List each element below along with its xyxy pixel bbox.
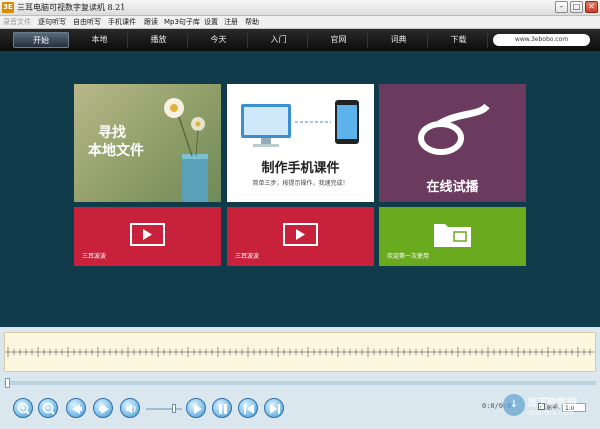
- tile-online-play-title: 在线试播: [426, 180, 479, 195]
- menu-item-free-dictation[interactable]: 自由听写: [73, 17, 101, 27]
- previous-button[interactable]: [66, 398, 86, 418]
- tab-download[interactable]: 下载: [430, 32, 488, 48]
- tab-dictionary[interactable]: 词典: [370, 32, 428, 48]
- menu-item-settings[interactable]: 设置: [204, 17, 218, 27]
- skip-forward-button[interactable]: [264, 398, 284, 418]
- minimize-button[interactable]: –: [555, 1, 568, 13]
- watermark-title: 当下软件园: [527, 398, 577, 409]
- tab-today[interactable]: 今天: [190, 32, 248, 48]
- main-area: 寻找 本地文件 制作手机课件 简单三步，按提示操作，我速完成！ 在线试播 三耳波…: [0, 51, 600, 327]
- waveform-area[interactable]: [4, 332, 596, 372]
- app-logo-icon: 3E: [2, 2, 14, 13]
- zoom-in-button[interactable]: [13, 398, 33, 418]
- skip-forward-icon: [270, 404, 280, 414]
- tile-online-play[interactable]: 在线试播: [379, 84, 526, 202]
- tab-intro[interactable]: 入门: [250, 32, 308, 48]
- next-icon: [99, 404, 109, 414]
- tab-website[interactable]: 官网: [310, 32, 368, 48]
- tab-start[interactable]: 开始: [13, 32, 69, 48]
- menu-item-mp3-library[interactable]: Mp3句子库: [164, 17, 200, 27]
- menu-item-record-file: 录音文件: [3, 18, 31, 26]
- pause-icon: [219, 404, 227, 414]
- skip-back-button[interactable]: [238, 398, 258, 418]
- zoom-in-icon: [17, 402, 30, 415]
- tile-make-course-title: 制作手机课件: [261, 161, 340, 176]
- menu-item-follow-read[interactable]: 跟读: [144, 17, 158, 27]
- seek-bar[interactable]: [4, 381, 596, 385]
- watermark: ↓ 当下软件园 downxia.com: [503, 392, 595, 422]
- watermark-url: downxia.com: [527, 409, 574, 417]
- watermark-logo-icon: ↓: [503, 394, 525, 416]
- skip-back-icon: [244, 404, 254, 414]
- menu-item-register[interactable]: 注册: [224, 17, 238, 27]
- menu-item-help[interactable]: 帮助: [245, 17, 259, 27]
- tile-find-local[interactable]: 寻找 本地文件: [74, 84, 221, 202]
- menu-item-sentence-dictation[interactable]: 逐句听写: [38, 17, 66, 27]
- menu-item-mobile-course[interactable]: 手机课件: [108, 17, 136, 27]
- tile-video-1-caption: 三耳波波: [82, 253, 107, 260]
- volume-button[interactable]: [120, 398, 140, 418]
- tile-make-course[interactable]: 制作手机课件 简单三步，按提示操作，我速完成！: [227, 84, 374, 202]
- window-title: 三耳电脑可视数字复读机 8.21: [17, 3, 126, 12]
- tile-make-course-subtitle: 简单三步，按提示操作，我速完成！: [252, 180, 349, 187]
- title-bar: 3E 三耳电脑可视数字复读机 8.21 – □ ✕: [0, 0, 600, 16]
- tile-welcome-caption: 欢迎第一次使用: [387, 253, 430, 260]
- play-icon: [194, 404, 202, 414]
- close-button[interactable]: ✕: [585, 1, 598, 13]
- pause-button[interactable]: [212, 398, 232, 418]
- tab-local[interactable]: 本地: [72, 32, 128, 48]
- zoom-out-icon: [42, 402, 55, 415]
- tile-video-2[interactable]: 三耳波波: [227, 207, 374, 266]
- nav-bar: 开始 本地 播放 今天 入门 官网 词典 下载 www.3ebobo.com: [0, 29, 600, 51]
- tab-play[interactable]: 播放: [130, 32, 188, 48]
- tile-video-2-caption: 三耳波波: [235, 253, 260, 260]
- zoom-out-button[interactable]: [38, 398, 58, 418]
- tile-video-1[interactable]: 三耳波波: [74, 207, 221, 266]
- play-button[interactable]: [186, 398, 206, 418]
- volume-slider-track[interactable]: [146, 408, 182, 410]
- maximize-button[interactable]: □: [570, 1, 583, 13]
- prev-icon: [72, 404, 82, 414]
- menu-bar: 录音文件 逐句听写 自由听写 手机课件 跟读 Mp3句子库 设置 注册 帮助: [0, 16, 600, 29]
- tile-find-local-line1: 寻找: [98, 125, 126, 141]
- tile-find-local-line2: 本地文件: [88, 143, 144, 159]
- volume-slider-thumb[interactable]: [171, 404, 176, 413]
- next-button[interactable]: [93, 398, 113, 418]
- seek-thumb[interactable]: [5, 378, 10, 388]
- volume-icon: [126, 404, 136, 414]
- tile-welcome[interactable]: 欢迎第一次使用: [379, 207, 526, 266]
- waveform-ruler: [5, 347, 595, 357]
- website-link[interactable]: www.3ebobo.com: [493, 34, 590, 46]
